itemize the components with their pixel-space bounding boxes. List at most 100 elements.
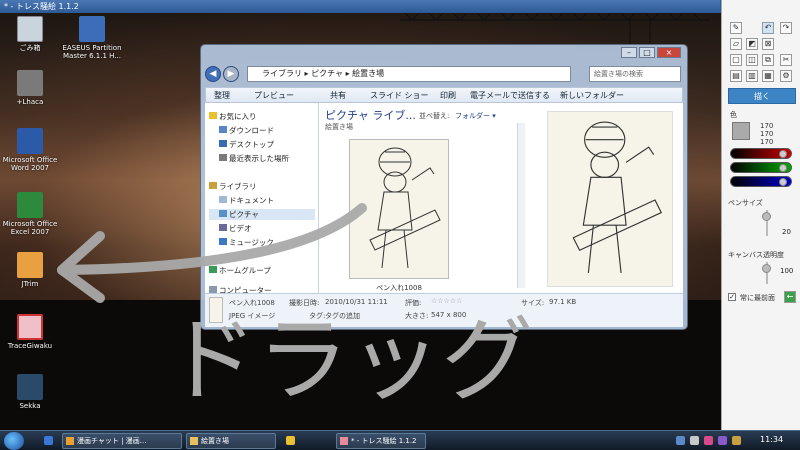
volume-icon[interactable]: [690, 436, 699, 445]
computer-icon: [209, 286, 217, 293]
nav-label: ホームグループ: [219, 266, 271, 275]
explorer-window: – □ × ◀ ▶ ライブラリ ▸ ピクチャ ▸ 絵置き場 絵置き場の検索 整理…: [200, 44, 688, 330]
desktop-icon-tracegiwaku[interactable]: TraceGiwaku: [0, 314, 64, 350]
blue-slider-knob[interactable]: [779, 178, 787, 186]
start-button[interactable]: [4, 432, 24, 450]
nav-music[interactable]: ミュージック: [219, 237, 274, 248]
red-slider-knob[interactable]: [779, 150, 787, 158]
arrow-green-icon[interactable]: ←: [784, 291, 796, 303]
breadcrumb-folder[interactable]: 絵置き場: [352, 69, 384, 78]
task-trace[interactable]: * - トレス騒絵 1.1.2: [336, 433, 426, 449]
nav-pictures[interactable]: ピクチャ: [209, 209, 315, 220]
tray-app-icon[interactable]: [704, 436, 713, 445]
breadcrumb-libraries[interactable]: ライブラリ: [262, 69, 302, 78]
open-icon[interactable]: ▤: [730, 70, 742, 82]
clear-icon[interactable]: ⊠: [762, 38, 774, 50]
share-button[interactable]: 共有: [330, 90, 346, 101]
explorer-maximize-button[interactable]: □: [639, 47, 655, 58]
desktop-icon-easeus[interactable]: EASEUS Partition Master 6.1.1 H...: [58, 16, 126, 60]
color-swatch[interactable]: [732, 122, 750, 140]
tray-app-icon-3[interactable]: [732, 436, 741, 445]
network-icon[interactable]: [676, 436, 685, 445]
new-folder-button[interactable]: 新しいフォルダー: [560, 90, 624, 101]
pen-size-knob[interactable]: [762, 212, 771, 221]
video-icon: [219, 224, 227, 231]
fill-icon[interactable]: ◩: [746, 38, 758, 50]
desktop-icon-word[interactable]: Microsoft Office Word 2007: [0, 128, 64, 172]
print-button[interactable]: 印刷: [440, 90, 456, 101]
nav-libraries[interactable]: ライブラリ: [209, 181, 257, 192]
app-pin-icon[interactable]: [286, 436, 295, 445]
word-icon: [17, 128, 43, 154]
pen-tool-icon[interactable]: ✎: [730, 22, 742, 34]
opacity-knob[interactable]: [762, 264, 771, 273]
details-size: 97.1 KB: [549, 298, 577, 306]
nav-desktop[interactable]: デスクトップ: [219, 139, 274, 150]
select-icon[interactable]: ▢: [730, 54, 742, 66]
details-tag-input[interactable]: タグの追加: [325, 311, 360, 321]
copy-icon[interactable]: ⧉: [762, 54, 774, 66]
back-button[interactable]: ◀: [205, 66, 221, 82]
desktop-icon-sekka[interactable]: Sekka: [0, 374, 64, 410]
blue-slider[interactable]: [730, 176, 792, 187]
recent-icon: [219, 154, 227, 161]
nav-homegroup[interactable]: ホームグループ: [209, 265, 271, 276]
task-chat[interactable]: 漫画チャット | 漫画...: [62, 433, 182, 449]
explorer-minimize-button[interactable]: –: [621, 47, 637, 58]
opacity-value: 100: [780, 267, 794, 275]
desktop-icon-excel[interactable]: Microsoft Office Excel 2007: [0, 192, 64, 236]
redo-icon[interactable]: ↷: [780, 22, 792, 34]
settings-icon[interactable]: ⚙: [780, 70, 792, 82]
desktop-icon-lhaca[interactable]: +Lhaca: [0, 70, 64, 106]
organize-button[interactable]: 整理: [214, 90, 230, 101]
rgb-green-value: 170: [760, 130, 774, 138]
cut-icon[interactable]: ✂: [780, 54, 792, 66]
nav-recent-places[interactable]: 最近表示した場所: [219, 153, 289, 164]
image-icon[interactable]: ▦: [762, 70, 774, 82]
file-thumbnail[interactable]: [349, 139, 449, 279]
nav-downloads[interactable]: ダウンロード: [219, 125, 274, 136]
desktop-icon-label: +Lhaca: [16, 98, 44, 106]
breadcrumb-pictures[interactable]: ピクチャ: [311, 69, 343, 78]
tray-app-icon-2[interactable]: [718, 436, 727, 445]
file-list-scrollbar[interactable]: [517, 123, 525, 288]
app-titlebar: * - トレス騒絵 1.1.2: [0, 0, 720, 13]
draw-button[interactable]: 描く: [728, 88, 796, 104]
sekka-icon: [17, 374, 43, 400]
nav-favorites[interactable]: お気に入り: [209, 111, 257, 122]
forward-button[interactable]: ▶: [223, 66, 239, 82]
nav-label: お気に入り: [219, 112, 257, 121]
desktop-icon-jtrim[interactable]: JTrim: [0, 252, 64, 288]
undo-icon[interactable]: ↶: [762, 22, 774, 34]
desktop-icon-label: Microsoft Office Word 2007: [2, 156, 58, 172]
details-date-label: 撮影日時:: [289, 299, 320, 307]
nav-label: ダウンロード: [229, 126, 274, 135]
nav-documents[interactable]: ドキュメント: [219, 195, 274, 206]
preview-pane: [537, 103, 683, 293]
taskbar: 漫画チャット | 漫画... 絵置き場 * - トレス騒絵 1.1.2 11:3…: [0, 430, 800, 450]
search-input[interactable]: 絵置き場の検索: [589, 66, 681, 82]
nav-videos[interactable]: ビデオ: [219, 223, 252, 234]
stamp-icon[interactable]: ◫: [746, 54, 758, 66]
topmost-checkbox[interactable]: ✓: [728, 293, 736, 301]
email-button[interactable]: 電子メールで送信する: [470, 90, 550, 101]
file-caption[interactable]: ペン入れ1008: [349, 283, 449, 293]
arrange-dropdown[interactable]: フォルダー ▾: [455, 111, 496, 121]
green-slider-knob[interactable]: [779, 164, 787, 172]
address-bar[interactable]: ライブラリ ▸ ピクチャ ▸ 絵置き場: [247, 66, 571, 82]
ie-icon[interactable]: [44, 436, 53, 445]
tracegiwaku-icon: [17, 314, 43, 340]
slideshow-button[interactable]: スライド ショー: [370, 90, 429, 101]
nav-label: デスクトップ: [229, 140, 274, 149]
preview-button[interactable]: プレビュー: [254, 90, 294, 101]
desktop-icon-recycle-bin[interactable]: ごみ箱: [0, 16, 64, 52]
explorer-close-button[interactable]: ×: [657, 47, 681, 58]
red-slider[interactable]: [730, 148, 792, 159]
green-slider[interactable]: [730, 162, 792, 173]
rating-stars[interactable]: ☆☆☆☆☆: [431, 297, 462, 305]
task-folder[interactable]: 絵置き場: [186, 433, 276, 449]
details-thumbnail: [209, 297, 223, 323]
nav-label: 最近表示した場所: [229, 154, 289, 163]
eraser-icon[interactable]: ▱: [730, 38, 742, 50]
save-icon[interactable]: ▥: [746, 70, 758, 82]
